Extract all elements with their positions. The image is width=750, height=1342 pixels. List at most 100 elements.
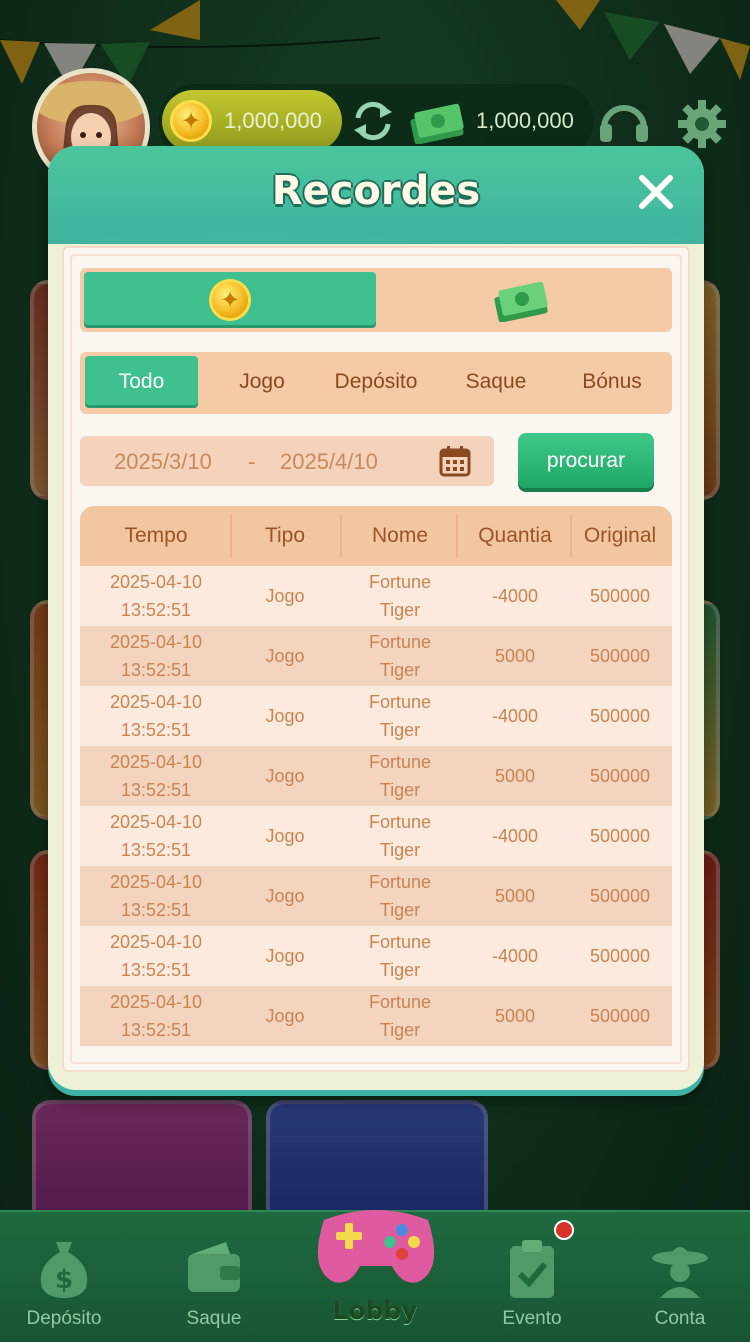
cell-nome: Fortune Tiger bbox=[338, 748, 462, 804]
column-header-tipo: Tipo bbox=[264, 524, 306, 547]
coin-balance: 1,000,000 bbox=[224, 108, 322, 133]
header-divider bbox=[570, 514, 572, 558]
cell-date: 2025-04-10 bbox=[109, 812, 203, 832]
header-divider bbox=[340, 514, 342, 558]
cell-original: 500000 bbox=[589, 706, 651, 726]
cell-time: 13:52:51 bbox=[120, 960, 192, 980]
tab-saque[interactable]: Saque bbox=[440, 356, 552, 408]
cell-nome: Fortune Tiger bbox=[338, 568, 462, 624]
table-body: 2025-04-10 13:52:51 Jogo Fortune Tiger -4000 5… bbox=[80, 566, 672, 1046]
calendar-icon[interactable] bbox=[438, 444, 472, 478]
cell-tipo: Jogo bbox=[265, 946, 305, 966]
cell-original: 500000 bbox=[589, 1006, 651, 1026]
cash-icon bbox=[410, 103, 464, 144]
tab-jogo[interactable]: Jogo bbox=[206, 356, 318, 408]
table-row: 2025-04-10 13:52:51 Jogo Fortune Tiger -4000 5… bbox=[80, 926, 672, 986]
cell-nome: Fortune Tiger bbox=[338, 988, 462, 1044]
nav-evento[interactable]: Evento bbox=[472, 1226, 592, 1338]
cell-name-line: Tiger bbox=[379, 780, 421, 800]
cell-time: 13:52:51 bbox=[120, 1020, 192, 1040]
nav-lobby[interactable]: Lobby bbox=[300, 1296, 450, 1325]
cell-time: 13:52:51 bbox=[120, 720, 192, 740]
table-row: 2025-04-10 13:52:51 Jogo Fortune Tiger -4000 5… bbox=[80, 686, 672, 746]
column-header-nome: Nome bbox=[371, 524, 429, 547]
cell-original: 500000 bbox=[589, 766, 651, 786]
date-range-field[interactable]: 2025/3/10 - 2025/4/10 bbox=[80, 436, 494, 486]
table-row: 2025-04-10 13:52:51 Jogo Fortune Tiger 5000 50… bbox=[80, 746, 672, 806]
cell-name-line: Tiger bbox=[379, 960, 421, 980]
cell-tempo: 2025-04-10 13:52:51 bbox=[80, 628, 232, 684]
cell-tempo: 2025-04-10 13:52:51 bbox=[80, 808, 232, 864]
headset-icon[interactable] bbox=[596, 96, 652, 152]
header-divider bbox=[456, 514, 458, 558]
cell-tempo: 2025-04-10 13:52:51 bbox=[80, 988, 232, 1044]
cash-icon bbox=[494, 281, 548, 322]
close-button[interactable] bbox=[634, 170, 678, 214]
currency-option-coin[interactable]: ✦ bbox=[84, 272, 376, 328]
cell-name-line: Fortune bbox=[368, 692, 432, 712]
coin-icon: ✦ bbox=[209, 279, 251, 321]
cell-original: 500000 bbox=[589, 646, 651, 666]
cell-tempo: 2025-04-10 13:52:51 bbox=[80, 748, 232, 804]
nav-label: Evento bbox=[502, 1308, 562, 1329]
cell-name-line: Fortune bbox=[368, 932, 432, 952]
cell-time: 13:52:51 bbox=[120, 780, 192, 800]
cell-tipo: Jogo bbox=[265, 886, 305, 906]
cell-quantia: 5000 bbox=[494, 646, 536, 666]
table-row: 2025-04-10 13:52:51 Jogo Fortune Tiger -4000 5… bbox=[80, 566, 672, 626]
date-separator: - bbox=[248, 449, 256, 474]
tab-bonus[interactable]: Bónus bbox=[556, 356, 668, 408]
nav-conta[interactable]: Conta bbox=[620, 1226, 740, 1338]
currency-option-cash[interactable] bbox=[376, 272, 668, 328]
cell-name-line: Fortune bbox=[368, 992, 432, 1012]
cell-name-line: Tiger bbox=[379, 840, 421, 860]
cell-name-line: Fortune bbox=[368, 812, 432, 832]
cell-tempo: 2025-04-10 13:52:51 bbox=[80, 568, 232, 624]
cell-name-line: Fortune bbox=[368, 752, 432, 772]
nav-saque[interactable]: Saque bbox=[154, 1226, 274, 1338]
cell-date: 2025-04-10 bbox=[109, 572, 203, 592]
coin-balance-pill[interactable]: ✦ 1,000,000 bbox=[162, 90, 342, 152]
cell-date: 2025-04-10 bbox=[109, 872, 203, 892]
cell-name-line: Tiger bbox=[379, 1020, 421, 1040]
coin-icon: ✦ bbox=[170, 100, 212, 142]
search-button[interactable]: procurar bbox=[518, 433, 654, 488]
cell-quantia: 5000 bbox=[494, 886, 536, 906]
table-row: 2025-04-10 13:52:51 Jogo Fortune Tiger 5000 50… bbox=[80, 626, 672, 686]
clipboard-check-icon bbox=[510, 1240, 554, 1298]
nav-label: Conta bbox=[654, 1308, 706, 1329]
nav-label: Saque bbox=[186, 1308, 242, 1329]
cell-original: 500000 bbox=[589, 946, 651, 966]
cell-quantia: 5000 bbox=[494, 766, 536, 786]
money-bag-icon: $ bbox=[40, 1242, 88, 1298]
cell-tipo: Jogo bbox=[265, 706, 305, 726]
table-row: 2025-04-10 13:52:51 Jogo Fortune Tiger 5000 50… bbox=[80, 986, 672, 1046]
cell-original: 500000 bbox=[589, 826, 651, 846]
gear-icon[interactable] bbox=[676, 98, 728, 150]
tab-todo[interactable]: Todo bbox=[85, 356, 198, 408]
cell-name-line: Tiger bbox=[379, 900, 421, 920]
gamepad-icon[interactable] bbox=[306, 1180, 446, 1290]
cell-time: 13:52:51 bbox=[120, 840, 192, 860]
cell-date: 2025-04-10 bbox=[109, 932, 203, 952]
cell-tipo: Jogo bbox=[265, 646, 305, 666]
cell-date: 2025-04-10 bbox=[109, 752, 203, 772]
cell-name-line: Fortune bbox=[368, 872, 432, 892]
cell-name-line: Fortune bbox=[368, 572, 432, 592]
swap-icon[interactable] bbox=[350, 98, 396, 144]
cell-tempo: 2025-04-10 13:52:51 bbox=[80, 688, 232, 744]
tab-deposito[interactable]: Depósito bbox=[320, 356, 432, 408]
table-row: 2025-04-10 13:52:51 Jogo Fortune Tiger -4000 5… bbox=[80, 806, 672, 866]
record-type-tabs: Todo Jogo Depósito Saque Bónus bbox=[80, 352, 672, 414]
cell-tipo: Jogo bbox=[265, 1006, 305, 1026]
cell-name-line: Fortune bbox=[368, 632, 432, 652]
cell-nome: Fortune Tiger bbox=[338, 868, 462, 924]
header-divider bbox=[230, 514, 232, 558]
table-header: Tempo Tipo Nome Quantia Original bbox=[80, 506, 672, 566]
nav-deposito[interactable]: $ Depósito bbox=[4, 1226, 124, 1338]
nav-label: Depósito bbox=[26, 1308, 102, 1329]
cell-date: 2025-04-10 bbox=[109, 692, 203, 712]
cell-nome: Fortune Tiger bbox=[338, 688, 462, 744]
date-from: 2025/3/10 bbox=[114, 449, 212, 474]
cell-time: 13:52:51 bbox=[120, 660, 192, 680]
